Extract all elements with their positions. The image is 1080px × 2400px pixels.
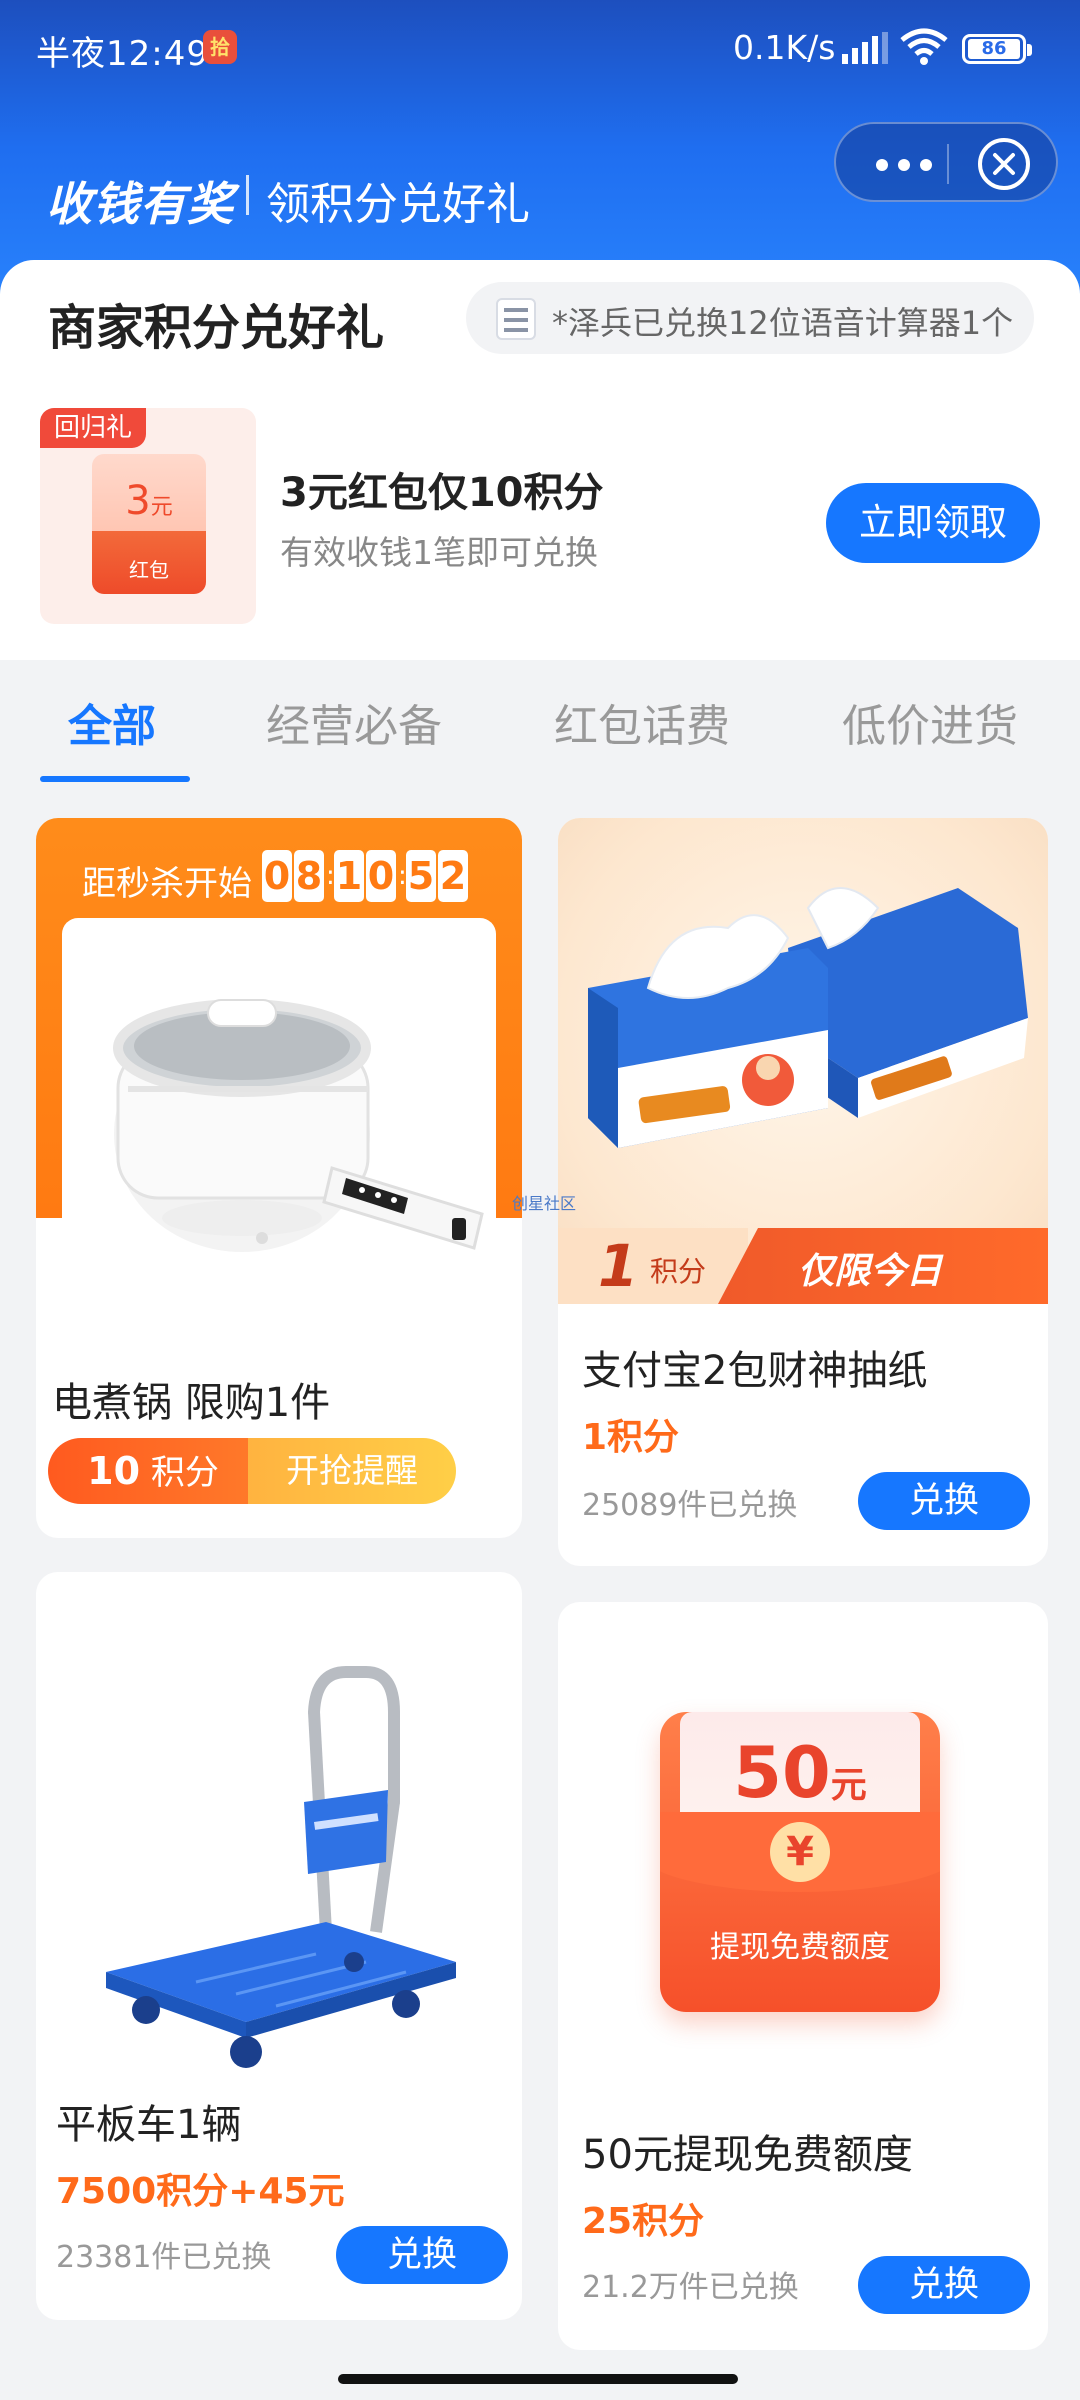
image-amount: 50元	[733, 1732, 867, 1814]
points-price: 10 积分	[48, 1438, 258, 1504]
brand-title: 收钱有奖	[46, 177, 234, 231]
promo-tag: 回归礼	[40, 408, 147, 448]
wifi-icon	[900, 28, 948, 65]
redeem-button[interactable]: 兑换	[858, 1472, 1030, 1530]
close-circle-icon[interactable]	[978, 138, 1030, 190]
countdown-digit: 2	[438, 850, 468, 902]
brand-divider	[246, 175, 249, 215]
countdown-digit: 1	[334, 850, 364, 902]
tab-wholesale[interactable]: 低价进货	[842, 690, 1018, 754]
battery-icon: 86	[962, 34, 1032, 64]
capsule-divider	[947, 144, 949, 184]
product-name: 电煮锅 限购1件	[52, 1380, 331, 1426]
red-packet-label: 红包	[129, 558, 169, 582]
promo-thumbnail: 3元 红包 回归礼	[40, 408, 256, 624]
section-title: 商家积分兑好礼	[48, 300, 385, 356]
redeemed-count: 23381件已兑换	[56, 2240, 272, 2275]
flash-sale-label: 距秒杀开始	[82, 864, 252, 904]
product-image-frame	[62, 918, 496, 1338]
calculator-icon	[496, 298, 536, 340]
product-name: 50元提现免费额度	[582, 2132, 913, 2178]
more-dots-icon[interactable]	[868, 134, 948, 190]
countdown-digit: 0	[366, 850, 396, 902]
red-packet-image: 50元 ¥ 提现免费额度	[660, 1712, 940, 2012]
battery-level: 86	[968, 39, 1020, 59]
countdown-digit: 5	[406, 850, 436, 902]
flatbed-cart-image	[106, 1666, 456, 2068]
redeemed-count: 25089件已兑换	[582, 1488, 798, 1523]
notification-app-icon: 拾	[203, 30, 237, 64]
product-name: 平板车1辆	[56, 2102, 242, 2148]
ticker-text: *泽兵已兑换12位语音计算器1个	[552, 304, 1014, 342]
product-card-tissue[interactable]: 1 积分 仅限今日 支付宝2包财神抽纸 1积分 25089件已兑换 兑换	[558, 818, 1048, 1566]
redeem-button[interactable]: 兑换	[336, 2226, 508, 2284]
promo-title: 3元红包仅10积分	[280, 470, 604, 516]
countdown-digit: 8	[294, 850, 324, 902]
ribbon-unit: 积分	[650, 1255, 707, 1288]
countdown-timer: 0 8:1 0:5 2	[262, 850, 470, 902]
signal-icon	[842, 32, 888, 64]
miniapp-capsule	[834, 122, 1058, 202]
tab-redpacket-phone[interactable]: 红包话费	[554, 690, 730, 754]
redeemed-count: 21.2万件已兑换	[582, 2270, 799, 2305]
red-packet-icon: 3元 红包	[92, 454, 206, 594]
remind-button[interactable]: 10 积分 开抢提醒	[48, 1438, 456, 1504]
product-image-frame: 1 积分 仅限今日	[558, 818, 1048, 1304]
category-tabs: 全部 经营必备 红包话费 低价进货	[0, 660, 1080, 790]
redeem-button[interactable]: 兑换	[858, 2256, 1030, 2314]
promo-subtitle: 有效收钱1笔即可兑换	[280, 533, 598, 572]
product-card-trolley[interactable]: 平板车1辆 7500积分+45元 23381件已兑换 兑换	[36, 1572, 522, 2320]
remind-label: 开抢提醒	[248, 1438, 456, 1504]
rewards-panel: 商家积分兑好礼 *泽兵已兑换12位语音计算器1个 3元 红包 回归礼 3元红包仅…	[0, 260, 1080, 660]
product-card-withdraw-quota[interactable]: 50元 ¥ 提现免费额度 50元提现免费额度 25积分 21.2万件已兑换 兑换	[558, 1602, 1048, 2350]
yuan-coin-icon: ¥	[770, 1822, 830, 1882]
product-name: 支付宝2包财神抽纸	[582, 1348, 928, 1394]
brand-subtitle: 领积分兑好礼	[266, 179, 530, 230]
countdown-digit: 0	[262, 850, 292, 902]
tab-business-essentials[interactable]: 经营必备	[266, 690, 442, 754]
product-card-cooker[interactable]: 距秒杀开始 0 8:1 0:5 2 电煮锅 限购1件 10 积分 开抢提醒	[36, 818, 522, 1538]
product-price: 25积分	[582, 2201, 705, 2242]
status-time: 半夜12:49	[36, 34, 209, 74]
electric-cooker-image	[113, 999, 484, 1252]
ribbon-tag: 仅限今日	[798, 1251, 943, 1292]
red-packet-amount: 3元	[125, 478, 173, 524]
tab-all[interactable]: 全部	[68, 690, 156, 754]
claim-now-button[interactable]: 立即领取	[826, 483, 1040, 563]
home-indicator[interactable]	[338, 2374, 738, 2384]
active-tab-indicator	[40, 776, 190, 782]
today-only-ribbon: 1 积分 仅限今日	[558, 1228, 1048, 1304]
network-speed: 0.1K/s	[733, 28, 836, 67]
status-bar: 半夜12:49 拾 0.1K/s 86	[0, 0, 1080, 96]
product-price: 7500积分+45元	[56, 2171, 345, 2212]
watermark: 创星社区	[512, 1194, 577, 1213]
redemption-ticker: *泽兵已兑换12位语音计算器1个	[466, 282, 1034, 354]
product-price: 1积分	[582, 1417, 680, 1458]
ribbon-points: 1	[598, 1232, 639, 1300]
tissue-box-image	[588, 887, 1028, 1148]
image-caption: 提现免费额度	[710, 1930, 890, 1965]
